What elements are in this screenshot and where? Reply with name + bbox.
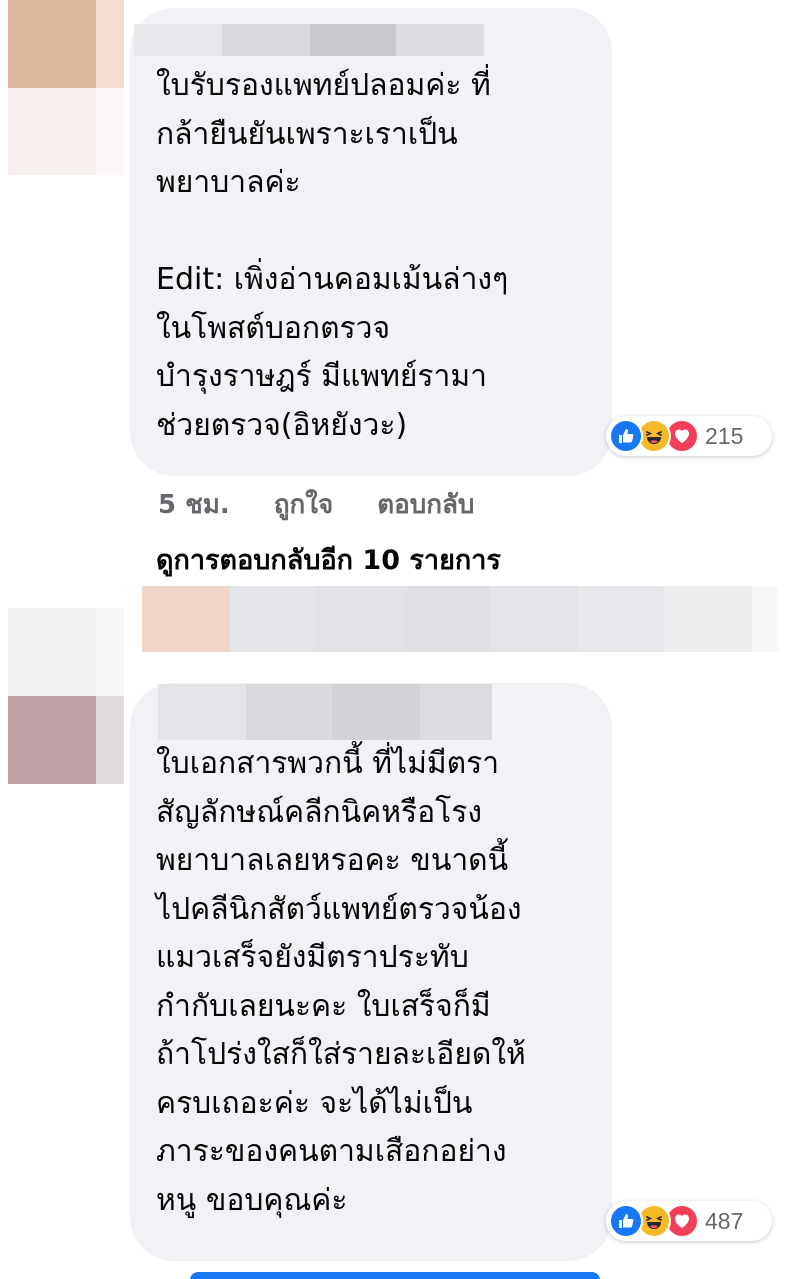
like-icon [609, 1204, 643, 1238]
cut-off-element[interactable] [190, 1272, 600, 1279]
reaction-summary[interactable]: 215 [606, 416, 772, 456]
author-name-blurred[interactable] [158, 684, 492, 740]
avatar-blurred[interactable] [8, 608, 124, 784]
reply-header-blurred[interactable] [142, 586, 778, 652]
comment-text: ใบรับรองแพทย์ปลอมค่ะ ที่ กล้ายืนยันเพราะ… [156, 68, 509, 443]
like-button[interactable]: ถูกใจ [274, 484, 333, 525]
like-icon [609, 419, 643, 453]
comment-text: ใบเอกสารพวกนี้ ที่ไม่มีตรา สัญลักษณ์คลีก… [156, 746, 526, 1218]
reaction-count: 215 [705, 422, 744, 449]
reply-button[interactable]: ตอบกลับ [377, 484, 474, 525]
view-more-replies-link[interactable]: ดูการตอบกลับอีก 10 รายการ [156, 538, 501, 581]
author-name-blurred[interactable] [134, 24, 484, 56]
comment-timestamp[interactable]: 5 ชม. [158, 484, 230, 525]
reaction-summary[interactable]: 487 [606, 1201, 772, 1241]
reaction-count: 487 [705, 1207, 744, 1234]
comment-actions: 5 ชม. ถูกใจ ตอบกลับ [158, 484, 518, 525]
avatar-blurred[interactable] [8, 0, 124, 175]
